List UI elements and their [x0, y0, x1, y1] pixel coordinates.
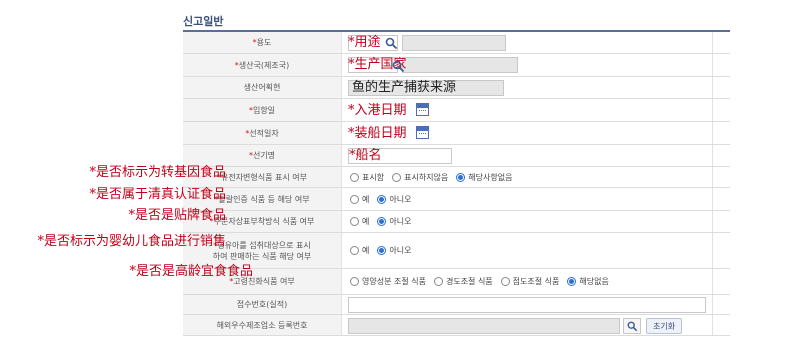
- row-gmo: * 유전자변형식품 표시 여부 표시함 표시하지않음 해당사항없음: [183, 167, 730, 188]
- search-icon[interactable]: [385, 37, 398, 50]
- section-title: 신고일반: [183, 15, 224, 28]
- receipt-number-input[interactable]: [348, 297, 706, 313]
- radio-dot-selected[interactable]: [567, 277, 577, 286]
- shipment-date-annotation: *装船日期: [348, 126, 407, 141]
- label-origin-country: * 생산국(제조국): [183, 54, 341, 76]
- required-mark: *: [245, 128, 250, 138]
- halal-radio-group: 예 아니오: [350, 188, 411, 210]
- radio-dot[interactable]: [350, 194, 359, 204]
- search-icon[interactable]: [392, 60, 405, 73]
- oem-radio-group: 예 아니오: [350, 211, 411, 232]
- required-mark: *: [252, 38, 257, 47]
- label-catch-source: 생산어획현: [183, 77, 341, 98]
- radio-dot[interactable]: [350, 277, 359, 286]
- radio-halal-yes[interactable]: 예: [350, 194, 369, 205]
- row-catch-source: 생산어획현 鱼的生产捕获来源: [183, 77, 730, 99]
- annotation-gmo: *是否标示为转基因食品: [89, 165, 226, 180]
- radio-dot-selected[interactable]: [377, 246, 387, 255]
- radio-dot-selected[interactable]: [377, 194, 387, 204]
- radio-infant-no[interactable]: 아니오: [377, 245, 411, 256]
- annotation-oem: *是否是贴牌食品: [128, 208, 226, 223]
- row-purpose: * 용도 *用途: [183, 32, 730, 54]
- label-overseas-manufacturer: 해외우수제조업소 등록번호: [183, 315, 341, 335]
- row-senior-food: * 고령친화식품 여부 영양성분 조절 식품 경도조절 식품 점도조절 식품 해당…: [183, 269, 730, 295]
- row-arrival-date: * 입항일 *入港日期: [183, 99, 730, 122]
- radio-dot[interactable]: [433, 277, 443, 286]
- required-mark: *: [248, 105, 253, 115]
- required-mark: *: [234, 60, 239, 70]
- purpose-name-field: [402, 35, 506, 51]
- row-infant-food: *영유아를 섭취대상으로 표시 하여 판매하는 식품 해당 여부 예 아니오: [183, 233, 730, 269]
- radio-oem-no[interactable]: 아니오: [377, 216, 411, 227]
- senior-radio-group: 영양성분 조절 식품 경도조절 식품 점도조절 식품 해당없음: [350, 269, 609, 294]
- row-overseas-manufacturer: 해외우수제조업소 등록번호 초기화: [183, 315, 730, 336]
- radio-gmo-not-labeled[interactable]: 표시하지않음: [392, 172, 448, 183]
- radio-dot-selected[interactable]: [456, 172, 466, 182]
- search-button[interactable]: [623, 318, 641, 334]
- reset-button[interactable]: 초기화: [646, 318, 683, 334]
- radio-oem-yes[interactable]: 예: [350, 216, 369, 227]
- infant-radio-group: 예 아니오: [350, 233, 411, 268]
- declaration-form: * 용도 *用途 * 생산국(제조국) *生产国家 생산어획현 鱼的生产捕获来源 *…: [183, 30, 730, 336]
- label-purpose: * 용도: [183, 32, 341, 53]
- radio-dot-selected[interactable]: [377, 217, 387, 226]
- vessel-name-annotation: *船名: [349, 148, 382, 163]
- gmo-radio-group: 표시함 표시하지않음 해당사항없음: [350, 167, 512, 187]
- catch-source-annotation: 鱼的生产捕获来源: [352, 80, 457, 95]
- radio-senior-viscosity[interactable]: 점도조절 식품: [500, 276, 559, 287]
- annotation-senior: *是否是高龄宜食食品: [129, 264, 253, 279]
- required-mark: *: [248, 151, 253, 160]
- radio-dot[interactable]: [350, 217, 359, 226]
- label-shipment-date: * 선적일자: [183, 122, 341, 144]
- row-vessel-name: * 선기명 *船名: [183, 145, 730, 167]
- label-receipt-number: 접수번호(실적): [183, 295, 341, 314]
- purpose-annotation: *用途: [348, 35, 381, 50]
- annotation-infant: *是否标示为婴幼儿食品进行销售: [37, 234, 226, 249]
- country-name-field: [402, 57, 518, 73]
- row-origin-country: * 생산국(제조국) *生产国家: [183, 54, 730, 77]
- radio-dot[interactable]: [350, 172, 359, 182]
- radio-senior-nutrition[interactable]: 영양성분 조절 식품: [350, 276, 426, 287]
- row-oem: * 주문자상표부착방식 식품 여부 예 아니오: [183, 211, 730, 233]
- radio-halal-no[interactable]: 아니오: [377, 194, 411, 205]
- row-receipt-number: 접수번호(실적): [183, 295, 730, 315]
- row-shipment-date: * 선적일자 *装船日期: [183, 122, 730, 145]
- radio-infant-yes[interactable]: 예: [350, 245, 369, 256]
- radio-senior-not-applicable[interactable]: 해당없음: [567, 276, 609, 287]
- radio-senior-hardness[interactable]: 경도조절 식품: [433, 276, 493, 287]
- radio-gmo-not-applicable[interactable]: 해당사항없음: [456, 172, 512, 183]
- manufacturer-reg-field: [348, 318, 620, 334]
- row-halal: * 할랄인증 식품 등 해당 여부 예 아니오: [183, 188, 730, 211]
- calendar-icon[interactable]: [416, 126, 429, 139]
- annotation-halal: *是否属于清真认证食品: [89, 187, 226, 202]
- calendar-icon[interactable]: [416, 103, 429, 116]
- radio-dot[interactable]: [500, 277, 510, 286]
- label-arrival-date: * 입항일: [183, 99, 341, 121]
- arrival-date-annotation: *入港日期: [348, 103, 407, 118]
- label-vessel-name: * 선기명: [183, 145, 341, 166]
- search-icon: [627, 321, 637, 331]
- radio-dot[interactable]: [392, 172, 402, 182]
- radio-gmo-labeled[interactable]: 표시함: [350, 172, 384, 183]
- radio-dot[interactable]: [350, 246, 359, 255]
